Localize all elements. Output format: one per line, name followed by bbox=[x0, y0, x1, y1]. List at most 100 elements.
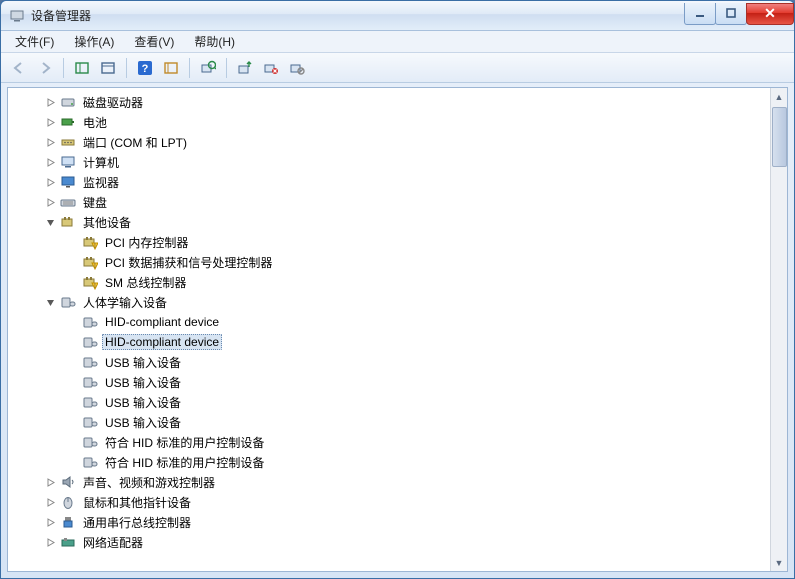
other-icon bbox=[60, 214, 76, 230]
svg-text:?: ? bbox=[142, 63, 149, 75]
no-expander bbox=[64, 254, 80, 270]
tree-row[interactable]: USB 输入设备 bbox=[8, 412, 770, 432]
tree-row[interactable]: 鼠标和其他指针设备 bbox=[8, 492, 770, 512]
device-tree[interactable]: 磁盘驱动器电池端口 (COM 和 LPT)计算机监视器键盘其他设备!PCI 内存… bbox=[8, 88, 770, 571]
tree-row[interactable]: USB 输入设备 bbox=[8, 372, 770, 392]
tree-row[interactable]: 通用串行总线控制器 bbox=[8, 512, 770, 532]
tree-item-label[interactable]: 监视器 bbox=[80, 173, 122, 192]
scroll-up-arrow[interactable]: ▲ bbox=[772, 88, 787, 105]
tree-item-label[interactable]: 端口 (COM 和 LPT) bbox=[80, 133, 190, 152]
expand-icon[interactable] bbox=[42, 154, 58, 170]
uninstall-button[interactable] bbox=[259, 56, 283, 80]
disable-button[interactable] bbox=[285, 56, 309, 80]
menu-action[interactable]: 操作(A) bbox=[64, 31, 124, 52]
tree-row[interactable]: 计算机 bbox=[8, 152, 770, 172]
menu-view[interactable]: 查看(V) bbox=[124, 31, 184, 52]
no-expander bbox=[64, 414, 80, 430]
tree-row[interactable]: 网络适配器 bbox=[8, 532, 770, 552]
no-expander bbox=[64, 394, 80, 410]
tree-row[interactable]: 符合 HID 标准的用户控制设备 bbox=[8, 452, 770, 472]
expand-icon[interactable] bbox=[42, 174, 58, 190]
hid-icon bbox=[82, 454, 98, 470]
tree-item-label[interactable]: 键盘 bbox=[80, 193, 110, 212]
back-button[interactable] bbox=[7, 56, 31, 80]
expand-icon[interactable] bbox=[42, 194, 58, 210]
tree-item-label[interactable]: 计算机 bbox=[80, 153, 122, 172]
no-expander bbox=[64, 454, 80, 470]
tree-item-label[interactable]: 声音、视频和游戏控制器 bbox=[80, 473, 218, 492]
tree-row[interactable]: 人体学输入设备 bbox=[8, 292, 770, 312]
tree-row[interactable]: !SM 总线控制器 bbox=[8, 272, 770, 292]
other-warn-icon: ! bbox=[82, 254, 98, 270]
expand-icon[interactable] bbox=[42, 474, 58, 490]
help-button[interactable]: ? bbox=[133, 56, 157, 80]
tree-row[interactable]: 磁盘驱动器 bbox=[8, 92, 770, 112]
usb-icon bbox=[60, 514, 76, 530]
collapse-icon[interactable] bbox=[42, 294, 58, 310]
expand-icon[interactable] bbox=[42, 114, 58, 130]
no-expander bbox=[64, 314, 80, 330]
tree-row[interactable]: 声音、视频和游戏控制器 bbox=[8, 472, 770, 492]
battery-icon bbox=[60, 114, 76, 130]
tree-row[interactable]: 电池 bbox=[8, 112, 770, 132]
collapse-icon[interactable] bbox=[42, 214, 58, 230]
tree-item-label[interactable]: USB 输入设备 bbox=[102, 413, 184, 432]
tree-row[interactable]: 端口 (COM 和 LPT) bbox=[8, 132, 770, 152]
menu-help[interactable]: 帮助(H) bbox=[184, 31, 245, 52]
tree-item-label[interactable]: PCI 内存控制器 bbox=[102, 233, 191, 252]
properties-button[interactable] bbox=[96, 56, 120, 80]
toolbar-separator bbox=[63, 58, 64, 78]
expand-icon[interactable] bbox=[42, 134, 58, 150]
tree-item-label[interactable]: 其他设备 bbox=[80, 213, 134, 232]
no-expander bbox=[64, 434, 80, 450]
tree-row[interactable]: !PCI 数据捕获和信号处理控制器 bbox=[8, 252, 770, 272]
tree-item-label[interactable]: 人体学输入设备 bbox=[80, 293, 170, 312]
expand-icon[interactable] bbox=[42, 534, 58, 550]
tree-item-label[interactable]: USB 输入设备 bbox=[102, 353, 184, 372]
tree-row[interactable]: 符合 HID 标准的用户控制设备 bbox=[8, 432, 770, 452]
hid-icon bbox=[82, 434, 98, 450]
tree-item-label[interactable]: 鼠标和其他指针设备 bbox=[80, 493, 194, 512]
tree-item-label[interactable]: 网络适配器 bbox=[80, 533, 146, 552]
tree-row[interactable]: USB 输入设备 bbox=[8, 392, 770, 412]
tree-item-label[interactable]: HID-compliant device bbox=[102, 314, 222, 330]
minimize-button[interactable] bbox=[684, 3, 716, 25]
expand-icon[interactable] bbox=[42, 514, 58, 530]
close-button[interactable]: ✕ bbox=[746, 3, 794, 25]
tree-item-label[interactable]: 通用串行总线控制器 bbox=[80, 513, 194, 532]
tree-row[interactable]: 监视器 bbox=[8, 172, 770, 192]
tree-row[interactable]: 其他设备 bbox=[8, 212, 770, 232]
maximize-button[interactable] bbox=[715, 3, 747, 25]
scan-hardware-button[interactable] bbox=[196, 56, 220, 80]
vertical-scrollbar[interactable]: ▲ ▼ bbox=[770, 88, 787, 571]
content-area: 磁盘驱动器电池端口 (COM 和 LPT)计算机监视器键盘其他设备!PCI 内存… bbox=[7, 87, 788, 572]
tree-row[interactable]: USB 输入设备 bbox=[8, 352, 770, 372]
tree-item-label[interactable]: 符合 HID 标准的用户控制设备 bbox=[102, 453, 267, 472]
hid-icon bbox=[82, 394, 98, 410]
tree-item-label[interactable]: HID-compliant device bbox=[102, 334, 222, 350]
tree-item-label[interactable]: SM 总线控制器 bbox=[102, 273, 189, 292]
forward-button[interactable] bbox=[33, 56, 57, 80]
other-warn-icon: ! bbox=[82, 234, 98, 250]
tree-row[interactable]: HID-compliant device bbox=[8, 312, 770, 332]
tree-item-label[interactable]: USB 输入设备 bbox=[102, 373, 184, 392]
show-hide-console-button[interactable] bbox=[70, 56, 94, 80]
tree-item-label[interactable]: 符合 HID 标准的用户控制设备 bbox=[102, 433, 267, 452]
tree-item-label[interactable]: USB 输入设备 bbox=[102, 393, 184, 412]
tree-item-label[interactable]: 磁盘驱动器 bbox=[80, 93, 146, 112]
expand-icon[interactable] bbox=[42, 494, 58, 510]
titlebar[interactable]: 设备管理器 ✕ bbox=[1, 1, 794, 31]
tree-row[interactable]: !PCI 内存控制器 bbox=[8, 232, 770, 252]
menu-file[interactable]: 文件(F) bbox=[5, 31, 64, 52]
update-driver-button[interactable] bbox=[233, 56, 257, 80]
tree-row[interactable]: HID-compliant device bbox=[8, 332, 770, 352]
tree-item-label[interactable]: PCI 数据捕获和信号处理控制器 bbox=[102, 253, 275, 272]
scroll-down-arrow[interactable]: ▼ bbox=[772, 554, 787, 571]
scroll-thumb[interactable] bbox=[772, 107, 787, 167]
sound-icon bbox=[60, 474, 76, 490]
expand-icon[interactable] bbox=[42, 94, 58, 110]
window-title: 设备管理器 bbox=[31, 7, 685, 24]
tree-row[interactable]: 键盘 bbox=[8, 192, 770, 212]
tree-item-label[interactable]: 电池 bbox=[80, 113, 110, 132]
action-button[interactable] bbox=[159, 56, 183, 80]
